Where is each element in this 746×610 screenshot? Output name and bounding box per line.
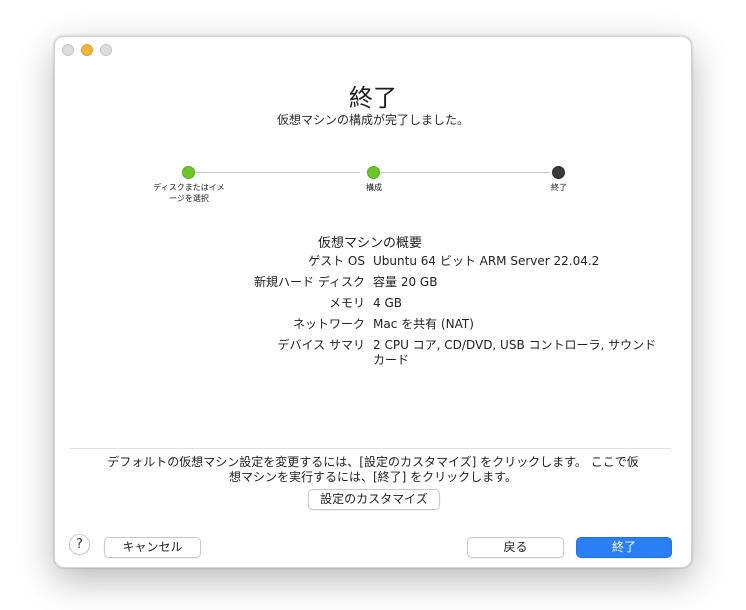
customize-note: デフォルトの仮想マシン設定を変更するには、[設定のカスタマイズ] をクリックしま… bbox=[107, 455, 639, 484]
customize-settings-button[interactable]: 設定のカスタマイズ bbox=[308, 489, 440, 510]
step-label-select-disk: ディスクまたはイメ ージを選択 bbox=[153, 183, 225, 203]
step-dot-select-disk bbox=[182, 166, 195, 179]
finish-button[interactable]: 終了 bbox=[576, 537, 672, 558]
summary-key: メモリ bbox=[328, 296, 365, 310]
summary-value: Mac を共有 (NAT) bbox=[373, 317, 474, 331]
stepper-connector-2 bbox=[381, 172, 550, 173]
summary-title: 仮想マシンの概要 bbox=[318, 236, 423, 251]
zoom-window-button[interactable] bbox=[100, 44, 112, 56]
page-subtitle: 仮想マシンの構成が完了しました。 bbox=[276, 113, 469, 127]
minimize-window-button[interactable] bbox=[81, 44, 93, 56]
summary-value: 4 GB bbox=[373, 296, 402, 310]
step-dot-configure bbox=[367, 166, 380, 179]
summary-value: Ubuntu 64 ビット ARM Server 22.04.2 bbox=[373, 254, 600, 268]
step-dot-finish bbox=[552, 166, 565, 179]
summary-key: 新規ハード ディスク bbox=[254, 275, 365, 289]
back-button[interactable]: 戻る bbox=[467, 537, 564, 558]
summary-value: 容量 20 GB bbox=[373, 275, 438, 289]
help-button[interactable]: ? bbox=[69, 534, 90, 555]
footer-divider bbox=[70, 448, 671, 449]
window-controls bbox=[62, 44, 112, 56]
summary-key: デバイス サマリ bbox=[277, 338, 365, 352]
vm-setup-window: 終了 仮想マシンの構成が完了しました。 ディスクまたはイメ ージを選択 構成 終… bbox=[54, 36, 692, 568]
close-window-button[interactable] bbox=[62, 44, 74, 56]
summary-value: 2 CPU コア, CD/DVD, USB コントローラ, サウンド カード bbox=[373, 338, 657, 367]
step-label-finish: 終了 bbox=[551, 183, 567, 192]
summary-key: ゲスト OS bbox=[308, 254, 365, 268]
page-title: 終了 bbox=[349, 84, 397, 112]
cancel-button[interactable]: キャンセル bbox=[104, 537, 201, 558]
summary-key: ネットワーク bbox=[292, 317, 365, 331]
stepper-connector-1 bbox=[195, 172, 360, 173]
step-label-configure: 構成 bbox=[366, 183, 382, 192]
